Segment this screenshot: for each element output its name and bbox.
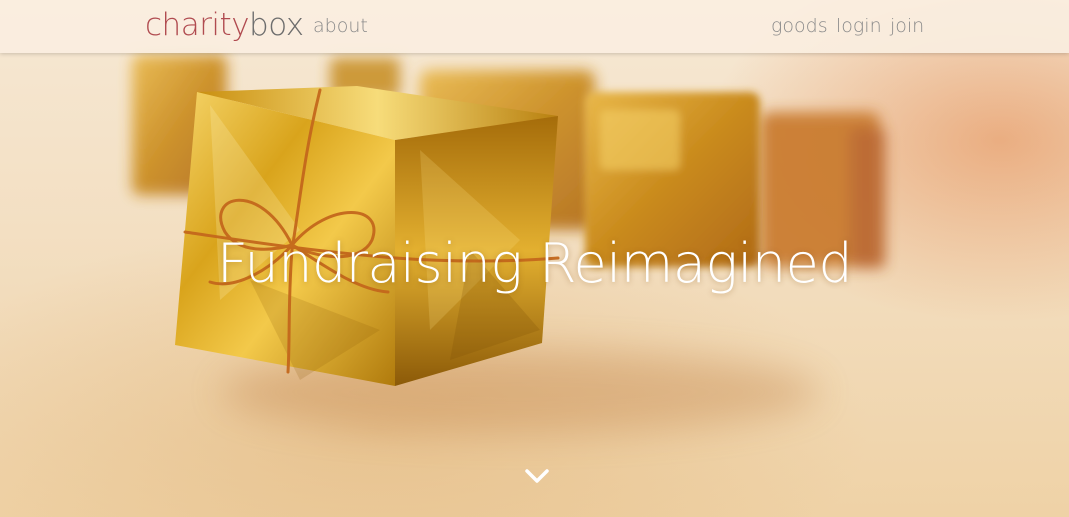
nav-about-link[interactable]: about (313, 13, 368, 39)
hero-headline: Fundraising Reimagined (216, 232, 853, 295)
nav-join-link[interactable]: join (890, 13, 924, 39)
brand-logo[interactable]: charitybox (145, 5, 304, 45)
brand-logo-part1: charity (145, 7, 250, 43)
nav-goods-link[interactable]: goods (771, 13, 828, 39)
chevron-down-icon[interactable] (520, 462, 554, 490)
brand-logo-part2: box (249, 7, 304, 43)
top-navbar: charitybox about goods login join (0, 0, 1069, 53)
nav-login-link[interactable]: login (836, 13, 882, 39)
hero-section: Fundraising Reimagined (0, 0, 1069, 517)
